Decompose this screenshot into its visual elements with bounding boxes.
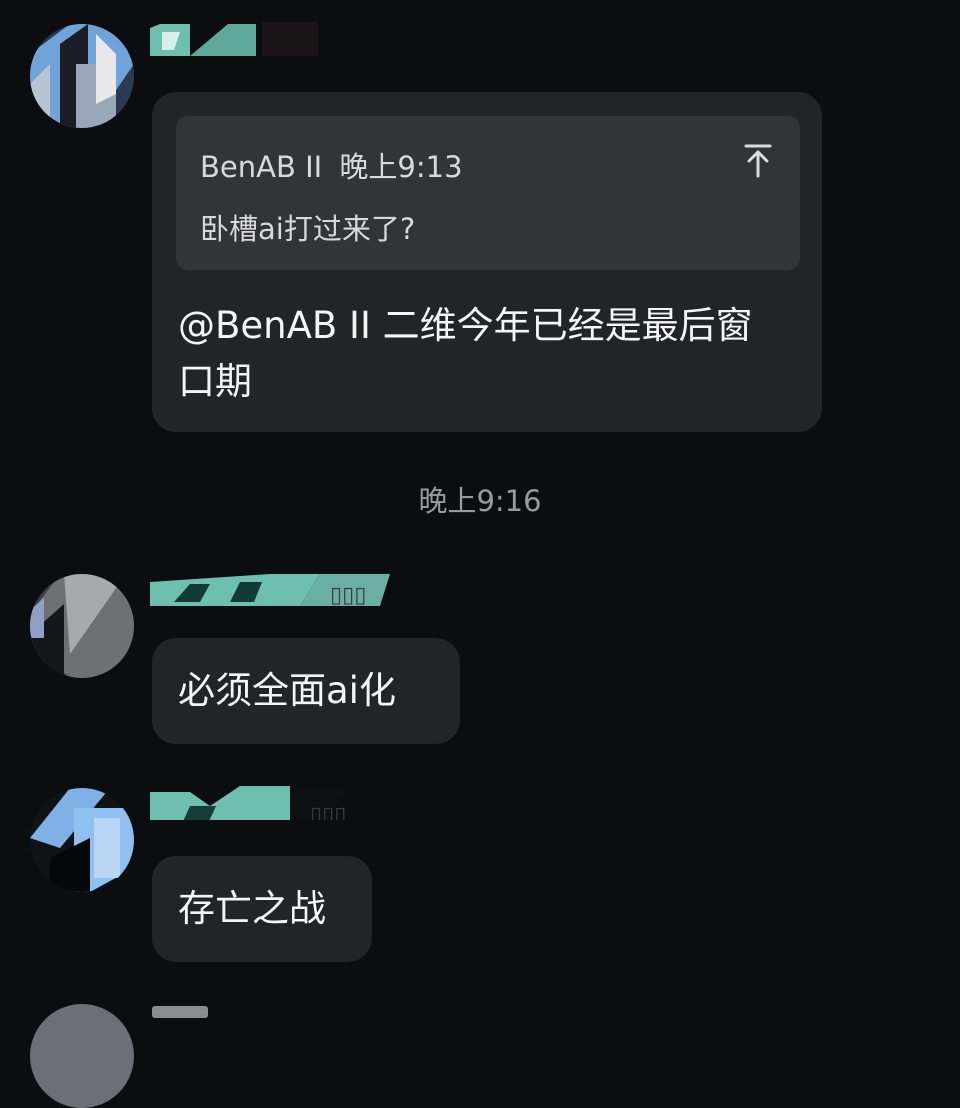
message-text: 必须全面ai化 (178, 669, 396, 712)
sender-name-redacted (152, 1006, 208, 1018)
quoted-time: 晚上9:13 (339, 150, 463, 184)
sender-name-redacted: ▯▯▯ (150, 786, 400, 820)
time-divider: 晚上9:16 (418, 484, 542, 518)
svg-text:▯▯▯: ▯▯▯ (330, 583, 366, 606)
sender-name-redacted: ▯▯▯ (150, 572, 410, 606)
message-bubble[interactable]: BenAB II 晚上9:13 卧槽ai打过来了? @BenAB II 二维今年… (152, 92, 822, 432)
message-bubble[interactable]: 存亡之战 (152, 856, 372, 962)
sender-avatar[interactable] (30, 574, 134, 678)
svg-text:▯▯▯: ▯▯▯ (310, 803, 346, 820)
arrow-up-to-top-icon[interactable] (738, 140, 778, 180)
quoted-author: BenAB II (200, 150, 323, 184)
sender-avatar[interactable] (30, 788, 134, 892)
chat-message-list[interactable]: BenAB II 晚上9:13 卧槽ai打过来了? @BenAB II 二维今年… (0, 0, 960, 1108)
quoted-text: 卧槽ai打过来了? (200, 212, 416, 246)
quoted-message-header: BenAB II 晚上9:13 (200, 144, 463, 186)
sender-avatar[interactable] (30, 1004, 134, 1108)
message-text: @BenAB II 二维今年已经是最后窗口期 (178, 304, 753, 403)
message-bubble[interactable]: 必须全面ai化 (152, 638, 460, 744)
quoted-message[interactable]: BenAB II 晚上9:13 卧槽ai打过来了? (176, 116, 800, 270)
message-text: 存亡之战 (178, 887, 326, 930)
sender-name-redacted (150, 22, 330, 56)
sender-avatar[interactable] (30, 24, 134, 128)
